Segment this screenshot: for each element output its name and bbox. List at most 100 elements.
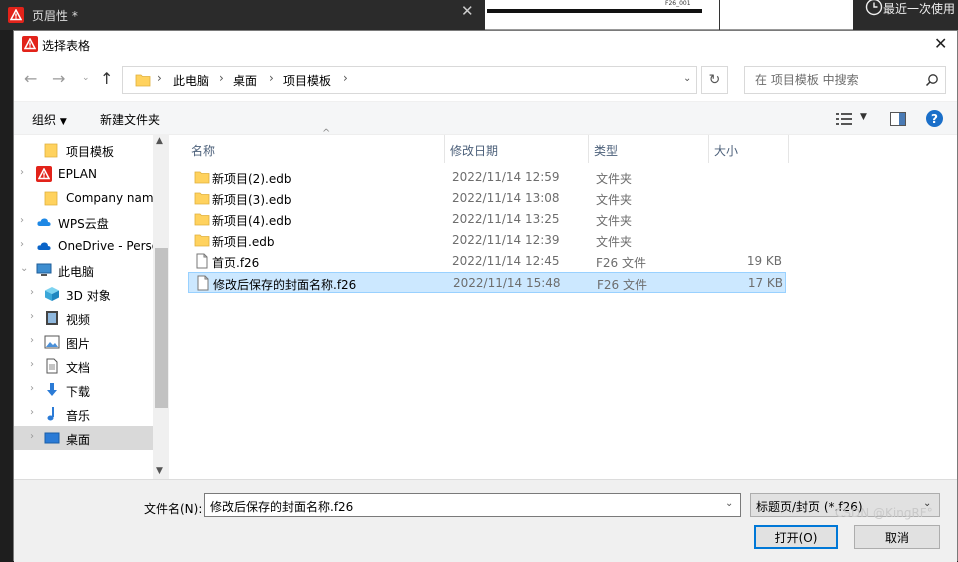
forward-arrow-icon[interactable]: → xyxy=(52,69,65,88)
file-date: 2022/11/14 15:48 xyxy=(453,276,561,290)
help-icon[interactable]: ? xyxy=(926,110,943,127)
sidebar-item-label: 项目模板 xyxy=(66,145,115,159)
view-options-icon[interactable] xyxy=(836,113,852,125)
computer-icon xyxy=(36,262,52,281)
file-type: 文件夹 xyxy=(596,172,633,186)
open-button[interactable]: 打开(O) xyxy=(754,525,838,549)
sidebar-item[interactable]: 项目模板 xyxy=(14,138,169,162)
expand-chevron-icon[interactable]: › xyxy=(30,311,34,322)
onedrive-icon xyxy=(36,238,52,257)
sidebar-item[interactable]: › WPS云盘 xyxy=(14,210,169,234)
file-size: 17 KB xyxy=(747,276,783,290)
file-name: 新项目.edb xyxy=(212,235,275,249)
expand-chevron-icon[interactable]: › xyxy=(30,359,34,370)
search-input[interactable] xyxy=(753,72,913,88)
cancel-button[interactable]: 取消 xyxy=(854,525,940,549)
eplan-logo-icon xyxy=(36,166,52,182)
dialog-titlebar: 选择表格 ✕ xyxy=(14,31,957,59)
file-list-header: ^ 名称 修改日期 类型 大小 xyxy=(186,128,946,163)
sidebar-item[interactable]: › 桌面 xyxy=(14,426,169,450)
expand-chevron-icon[interactable]: › xyxy=(20,239,24,250)
breadcrumb-project-templates[interactable]: 项目模板 xyxy=(283,72,331,89)
breadcrumb-desktop[interactable]: 桌面 xyxy=(233,72,257,89)
organize-button[interactable]: 组织 ▼ xyxy=(32,111,67,128)
sidebar-item[interactable]: › 图片 xyxy=(14,330,169,354)
dialog-title: 选择表格 xyxy=(42,39,91,53)
close-icon[interactable]: ✕ xyxy=(934,34,947,53)
file-date: 2022/11/14 12:59 xyxy=(452,170,560,184)
column-size[interactable]: 大小 xyxy=(709,135,789,163)
video-icon xyxy=(44,310,60,329)
file-row[interactable]: 新项目(4).edb 2022/11/14 13:25 文件夹 xyxy=(188,209,786,230)
folder-icon xyxy=(135,74,151,87)
caret-down-icon: ▼ xyxy=(59,117,67,127)
sidebar-item-label: 此电脑 xyxy=(58,265,95,279)
sidebar-item[interactable]: › EPLAN xyxy=(14,162,169,186)
new-folder-button[interactable]: 新建文件夹 xyxy=(100,111,160,128)
refresh-icon[interactable]: ↻ xyxy=(701,66,728,94)
column-type[interactable]: 类型 xyxy=(589,135,709,163)
sidebar-item[interactable]: › 3D 对象 xyxy=(14,282,169,306)
file-type: 文件夹 xyxy=(596,214,633,228)
filename-input[interactable]: 修改后保存的封面名称.f26 ⌄ xyxy=(204,493,741,517)
chevron-down-icon[interactable]: ⌄ xyxy=(725,498,733,509)
column-name[interactable]: 名称 xyxy=(186,135,445,163)
sidebar-item-label: 文档 xyxy=(66,361,91,375)
expand-chevron-icon[interactable]: ⌄ xyxy=(20,263,28,274)
breadcrumb-this-pc[interactable]: 此电脑 xyxy=(173,72,209,89)
file-date: 2022/11/14 13:08 xyxy=(452,191,560,205)
sidebar-item[interactable]: › OneDrive - Personal xyxy=(14,234,169,258)
preview-pane-icon[interactable] xyxy=(890,112,906,126)
picture-icon xyxy=(44,334,60,353)
file-row[interactable]: 新项目.edb 2022/11/14 12:39 文件夹 xyxy=(188,230,786,251)
column-date[interactable]: 修改日期 xyxy=(445,135,589,163)
expand-chevron-icon[interactable]: › xyxy=(30,407,34,418)
sidebar-item[interactable]: › 文档 xyxy=(14,354,169,378)
sidebar-item-label: Company name xyxy=(66,191,153,205)
background-close-icon[interactable]: ✕ xyxy=(461,2,474,20)
sidebar-item[interactable]: ⌄ 此电脑 xyxy=(14,258,169,282)
folder-icon xyxy=(194,190,210,209)
navigation-scrollbar-thumb[interactable] xyxy=(155,248,168,408)
eplan-logo-icon xyxy=(8,7,24,23)
expand-chevron-icon[interactable]: › xyxy=(30,383,34,394)
expand-chevron-icon[interactable]: › xyxy=(20,167,24,178)
music-icon xyxy=(44,406,60,425)
folder-icon xyxy=(44,190,58,209)
file-icon xyxy=(195,275,211,294)
folder-icon xyxy=(194,169,210,188)
up-arrow-icon[interactable]: ↑ xyxy=(100,69,113,88)
file-icon xyxy=(194,253,210,272)
expand-chevron-icon[interactable]: › xyxy=(20,215,24,226)
file-row[interactable]: 新项目(3).edb 2022/11/14 13:08 文件夹 xyxy=(188,188,786,209)
navigation-pane: 项目模板 › EPLAN Company name › WPS云盘 › OneDrive - … xyxy=(14,134,169,479)
recent-locations-chevron-icon[interactable]: ⌄ xyxy=(82,73,90,83)
view-dropdown-caret-icon[interactable]: ▼ xyxy=(860,112,867,122)
expand-chevron-icon[interactable]: › xyxy=(30,287,34,298)
sheet-label: F26_001 xyxy=(665,0,691,7)
file-row[interactable]: 修改后保存的封面名称.f26 2022/11/14 15:48 F26 文件 17 K… xyxy=(188,272,786,293)
eplan-logo-icon xyxy=(22,36,38,52)
file-date: 2022/11/14 12:45 xyxy=(452,254,560,268)
sidebar-item[interactable]: › 音乐 xyxy=(14,402,169,426)
expand-chevron-icon[interactable]: › xyxy=(30,335,34,346)
expand-chevron-icon[interactable]: › xyxy=(30,431,34,442)
file-row[interactable]: 新项目(2).edb 2022/11/14 12:59 文件夹 xyxy=(188,167,786,188)
search-box[interactable] xyxy=(744,66,946,94)
chevron-down-icon[interactable]: ⌄ xyxy=(683,73,691,84)
search-icon[interactable] xyxy=(925,73,939,87)
sidebar-item[interactable]: › 视频 xyxy=(14,306,169,330)
command-toolbar: 组织 ▼ 新建文件夹 ▼ ? xyxy=(14,101,957,135)
background-window-title: 页眉性 * xyxy=(32,9,78,23)
scroll-down-icon[interactable]: ▼ xyxy=(156,466,163,476)
scroll-up-icon[interactable]: ▲ xyxy=(156,136,163,146)
sidebar-item[interactable]: › 下载 xyxy=(14,378,169,402)
document-icon xyxy=(44,358,60,377)
sidebar-item-label: 视频 xyxy=(66,313,91,327)
address-bar[interactable]: › 此电脑 › 桌面 › 项目模板 › ⌄ xyxy=(122,66,697,94)
file-date: 2022/11/14 12:39 xyxy=(452,233,560,247)
sidebar-item[interactable]: Company name xyxy=(14,186,169,210)
sidebar-item-label: 音乐 xyxy=(66,409,91,423)
file-row[interactable]: 首页.f26 2022/11/14 12:45 F26 文件 19 KB xyxy=(188,251,786,272)
back-arrow-icon[interactable]: ← xyxy=(24,69,37,88)
